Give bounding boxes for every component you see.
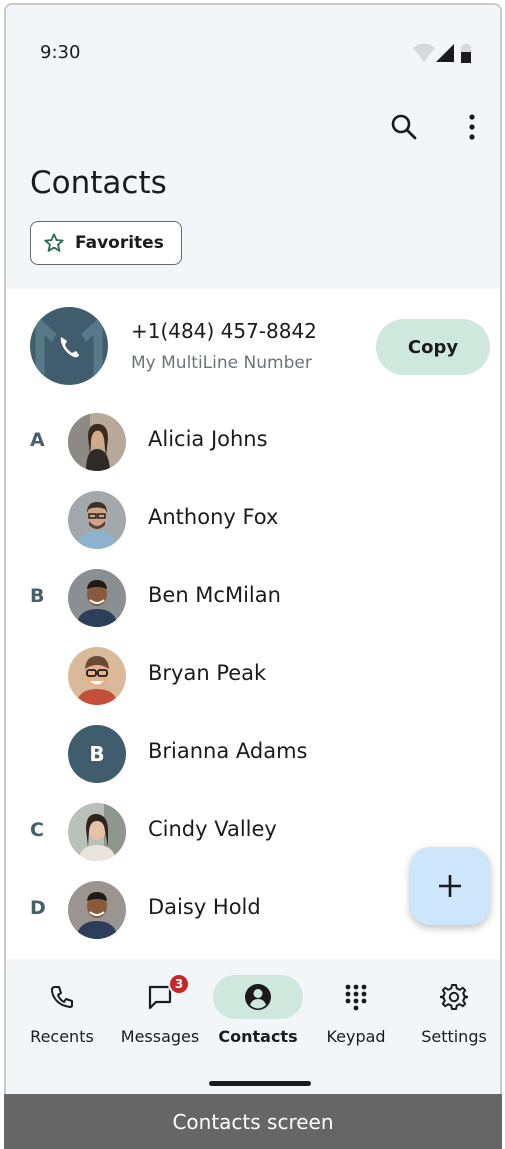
more-vert-icon [469, 114, 475, 140]
person-circle-icon [245, 984, 271, 1010]
contact-avatar [68, 413, 126, 471]
phone-frame: 9:30 Contacts Favorites +1(484) 457-8842… [4, 3, 502, 1149]
nav-label: Messages [120, 1027, 200, 1046]
wifi-icon [413, 43, 435, 62]
status-icons [412, 42, 476, 66]
contact-row[interactable]: A Alicia Johns [6, 403, 500, 481]
contact-row[interactable]: B Brianna Adams [6, 715, 500, 793]
contact-name: Bryan Peak [148, 661, 267, 685]
nav-messages[interactable]: 3 Messages [112, 973, 208, 1063]
contact-avatar-initial: B [68, 725, 126, 783]
caption-text: Contacts screen [172, 1109, 334, 1134]
contact-avatar [68, 881, 126, 939]
contact-avatar [68, 491, 126, 549]
contact-name: Daisy Hold [148, 895, 261, 919]
favorites-label: Favorites [75, 233, 164, 253]
favorites-chip[interactable]: Favorites [30, 221, 182, 265]
nav-recents[interactable]: Recents [14, 973, 110, 1063]
section-letter: A [30, 429, 45, 451]
contact-name: Ben McMilan [148, 583, 281, 607]
multiline-phone-icon [35, 314, 103, 377]
search-button[interactable] [382, 105, 426, 149]
copy-button[interactable]: Copy [376, 319, 490, 375]
contact-row[interactable]: Anthony Fox [6, 481, 500, 559]
dialpad-icon [345, 984, 367, 1011]
gear-icon [440, 984, 468, 1010]
contact-avatar [68, 803, 126, 861]
contact-row[interactable]: B Ben McMilan [6, 559, 500, 637]
nav-label: Settings [421, 1027, 487, 1046]
contact-avatar [68, 569, 126, 627]
multiline-subtitle: My MultiLine Number [131, 353, 312, 373]
contact-row[interactable]: Bryan Peak [6, 637, 500, 715]
plus-icon [439, 875, 461, 897]
more-options-button[interactable] [450, 105, 494, 149]
section-letter: D [30, 897, 46, 919]
battery-icon [461, 44, 471, 63]
section-letter: C [30, 819, 44, 841]
multiline-number-row: +1(484) 457-8842 My MultiLine Number Cop… [6, 295, 500, 395]
page-title: Contacts [30, 165, 167, 201]
caption-bar: Contacts screen [4, 1094, 502, 1149]
nav-label: Recents [30, 1027, 94, 1046]
home-indicator[interactable] [209, 1081, 311, 1086]
status-time: 9:30 [40, 42, 81, 63]
contact-name: Cindy Valley [148, 817, 277, 841]
star-outline-icon [44, 233, 64, 252]
unread-badge: 3 [168, 973, 190, 995]
phone-icon [51, 986, 73, 1008]
add-contact-button[interactable] [410, 847, 490, 925]
nav-settings[interactable]: Settings [406, 973, 500, 1063]
multiline-number: +1(484) 457-8842 [131, 319, 317, 343]
nav-keypad[interactable]: Keypad [308, 973, 404, 1063]
nav-contacts[interactable]: Contacts [210, 973, 306, 1063]
contact-avatar [68, 647, 126, 705]
contact-name: Anthony Fox [148, 505, 279, 529]
nav-label: Keypad [326, 1027, 386, 1046]
search-icon [391, 114, 417, 140]
multiline-logo [30, 307, 108, 385]
nav-label: Contacts [218, 1027, 298, 1046]
section-letter: B [30, 585, 45, 607]
contact-name: Brianna Adams [148, 739, 308, 763]
bottom-navigation: Recents 3 Messages Contacts Keypad Setti… [6, 959, 500, 1099]
signal-icon [436, 44, 454, 62]
contact-name: Alicia Johns [148, 427, 268, 451]
